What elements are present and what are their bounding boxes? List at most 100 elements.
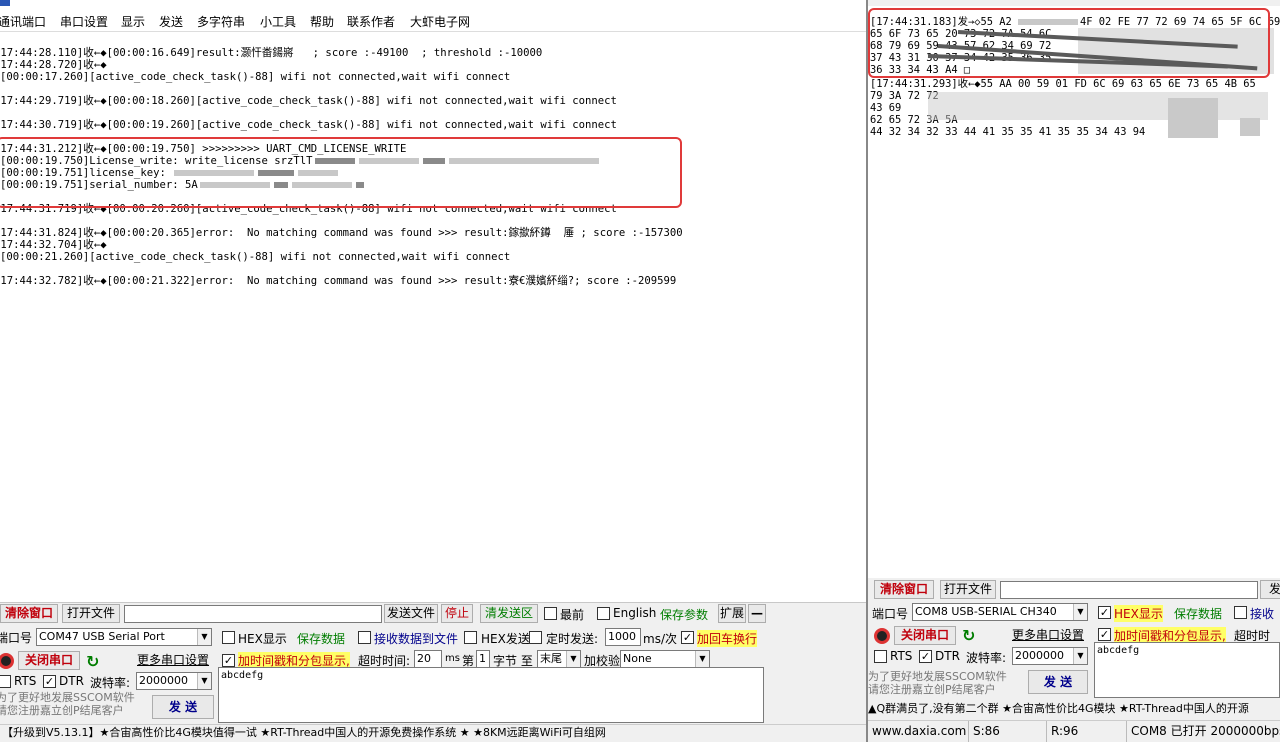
rts-label: RTS — [14, 674, 37, 688]
menu-help[interactable]: 帮助 — [310, 13, 334, 30]
interval-input[interactable]: 1000 — [605, 628, 641, 646]
port-label: 端口号 — [872, 607, 909, 621]
baud-label: 波特率: — [90, 676, 131, 690]
log-line: [17:44:30.719]收←◆[00:00:19.260][active_c… — [0, 119, 617, 131]
checksum-select[interactable]: None ▼ — [620, 650, 710, 668]
rts-label: RTS — [890, 649, 913, 663]
dtr-checkbox[interactable]: ✓ — [43, 675, 56, 688]
nth-input[interactable]: 1 — [476, 650, 490, 668]
send-file-button[interactable]: 发送文件 — [384, 604, 438, 623]
baud-select[interactable]: 2000000 ▼ — [1012, 647, 1088, 665]
open-file-button[interactable]: 打开文件 — [940, 580, 996, 599]
port-status-icon — [874, 628, 890, 644]
clear-window-button[interactable]: 清除窗口 — [874, 580, 934, 599]
recv-checkbox[interactable] — [1234, 606, 1247, 619]
hex-display-checkbox[interactable]: ✓ — [1098, 606, 1111, 619]
open-file-button[interactable]: 打开文件 — [62, 604, 120, 623]
log-line: [17:44:29.719]收←◆[00:00:18.260][active_c… — [0, 95, 617, 107]
topmost-checkbox[interactable] — [544, 607, 557, 620]
send-button[interactable]: 发 送 — [1028, 670, 1088, 694]
chevron-down-icon: ▼ — [197, 629, 211, 645]
website-link[interactable]: www.daxia.com — [868, 721, 966, 742]
menu-display[interactable]: 显示 — [121, 13, 145, 30]
menu-contact[interactable]: 联系作者 — [347, 13, 395, 30]
chevron-down-icon: ▼ — [197, 673, 211, 689]
redaction-mark — [1168, 98, 1218, 138]
file-path-input[interactable] — [1000, 581, 1258, 599]
log-line: 43 69 — [870, 102, 908, 114]
save-params-button[interactable]: 保存参数 — [660, 606, 708, 623]
send-textarea[interactable]: abcdefg — [1094, 642, 1280, 698]
log-line: [17:44:28.110]收←◆[00:00:16.649]result:灏忓… — [0, 47, 543, 59]
send-button[interactable]: 发 送 — [152, 695, 214, 719]
right-marquee: ▲Q群满员了,没有第二个群 ★合宙高性价比4G模块 ★RT-Thread中国人的… — [868, 702, 1249, 715]
right-receive-log[interactable]: [17:44:31.183]发→◇55 A2 4F 02 FE 77 72 69… — [868, 6, 1280, 578]
hex-display-checkbox[interactable] — [222, 631, 235, 644]
port-status-icon — [0, 653, 14, 669]
clear-window-button[interactable]: 清除窗口 — [0, 604, 58, 623]
refresh-icon[interactable]: ↻ — [86, 652, 99, 671]
menu-multi-string[interactable]: 多字符串 — [197, 13, 245, 30]
more-serial-settings-link[interactable]: 更多串口设置 — [137, 651, 209, 668]
save-data-button[interactable]: 保存数据 — [1174, 605, 1222, 622]
promo-text: 为了更好地发展SSCOM软件 请您注册嘉立创P结尾客户 — [868, 670, 1007, 696]
rts-checkbox[interactable] — [874, 650, 887, 663]
add-crlf-checkbox[interactable]: ✓ — [681, 631, 694, 644]
log-line: 44 32 34 32 33 44 41 35 35 41 35 35 34 4… — [870, 126, 1146, 138]
english-checkbox[interactable] — [597, 607, 610, 620]
rts-checkbox[interactable] — [0, 675, 11, 688]
left-receive-log[interactable]: [17:44:28.110]收←◆[00:00:16.649]result:灏忓… — [0, 42, 866, 602]
expand-button[interactable]: 扩展 — [718, 604, 746, 623]
port-state: COM8 已打开 2000000bps — [1126, 721, 1280, 742]
timeout-input[interactable]: 20 — [414, 650, 442, 668]
received-count: R:96 — [1046, 721, 1078, 742]
app-icon — [0, 0, 10, 6]
timestamp-checkbox[interactable]: ✓ — [222, 654, 235, 667]
menu-send[interactable]: 发送 — [159, 13, 183, 30]
highlight-annotation-box — [0, 137, 682, 208]
log-line: [17:44:32.704]收←◆ — [0, 239, 107, 251]
more-serial-settings-link[interactable]: 更多串口设置 — [1012, 626, 1084, 643]
timeout-unit: ms — [445, 653, 460, 664]
chevron-down-icon: ▼ — [1073, 648, 1087, 664]
left-control-panel: 清除窗口 打开文件 发送文件 停止 清发送区 最前 English 保存参数 扩… — [0, 602, 866, 724]
promo-text: 为了更好地发展SSCOM软件 请您注册嘉立创P结尾客户 — [0, 691, 135, 717]
menu-daxia[interactable]: 大虾电子网 — [410, 13, 470, 30]
recv-to-file-checkbox[interactable] — [358, 631, 371, 644]
clear-send-area-button[interactable]: 清发送区 — [480, 604, 538, 623]
log-line: [00:00:17.260][active_code_check_task()-… — [0, 71, 511, 83]
log-line: [00:00:21.260][active_code_check_task()-… — [0, 251, 511, 263]
dtr-label: DTR — [59, 674, 84, 688]
send-file-button[interactable]: 发 — [1260, 580, 1280, 599]
port-select[interactable]: COM8 USB-SERIAL CH340 ▼ — [912, 603, 1088, 621]
send-textarea[interactable]: abcdefg — [218, 667, 764, 723]
timestamp-checkbox[interactable]: ✓ — [1098, 628, 1111, 641]
save-data-button[interactable]: 保存数据 — [297, 630, 345, 647]
menu-tools[interactable]: 小工具 — [260, 13, 296, 30]
timed-send-checkbox[interactable] — [529, 631, 542, 644]
menu-port[interactable]: 通讯端口 — [0, 13, 46, 30]
chevron-down-icon: ▼ — [566, 651, 580, 667]
collapse-button[interactable]: — — [748, 604, 766, 623]
baud-select[interactable]: 2000000 ▼ — [136, 672, 212, 690]
log-line: [17:44:31.824]收←◆[00:00:20.365]error: No… — [0, 227, 683, 239]
port-select[interactable]: COM47 USB Serial Port ▼ — [36, 628, 212, 646]
close-port-button[interactable]: 关闭串口 — [18, 651, 80, 670]
port-label: 端口号 — [0, 631, 33, 645]
redaction-mark — [1240, 118, 1260, 136]
stop-button[interactable]: 停止 — [441, 604, 473, 623]
end-select[interactable]: 末尾 ▼ — [537, 650, 581, 668]
right-sscom-window: [17:44:31.183]发→◇55 A2 4F 02 FE 77 72 69… — [866, 0, 1280, 742]
close-port-button[interactable]: 关闭串口 — [894, 626, 956, 645]
file-path-input[interactable] — [124, 605, 382, 623]
log-line: [17:44:31.293]收←◆55 AA 00 59 01 FD 6C 69… — [870, 78, 1256, 90]
recv-label: 接收 — [1250, 607, 1275, 621]
hex-send-checkbox[interactable] — [464, 631, 477, 644]
menu-serial-settings[interactable]: 串口设置 — [60, 13, 108, 30]
recv-to-file-label: 接收数据到文件 — [374, 632, 459, 646]
chevron-down-icon: ▼ — [1073, 604, 1087, 620]
refresh-icon[interactable]: ↻ — [962, 626, 975, 645]
dtr-checkbox[interactable]: ✓ — [919, 650, 932, 663]
dtr-label: DTR — [935, 649, 960, 663]
hex-send-label: HEX发送 — [481, 632, 530, 646]
